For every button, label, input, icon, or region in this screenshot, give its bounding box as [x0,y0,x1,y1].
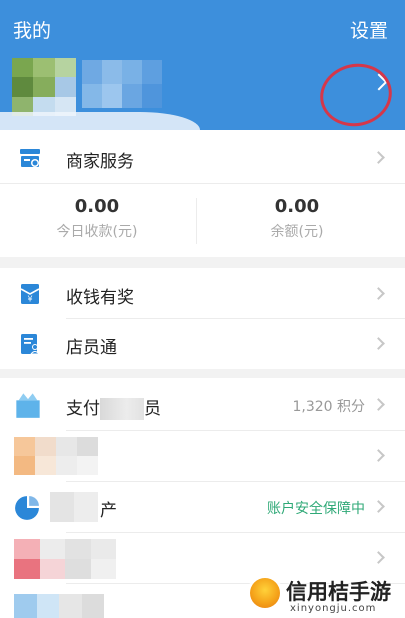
reward-row[interactable]: ¥ 收钱有奖 [0,269,405,319]
blurred-content [14,437,98,475]
watermark-title: 信用桔手游 [286,580,391,604]
member-label: 支付 员 [66,394,161,420]
staff-row[interactable]: 店员通 [0,319,405,369]
chevron-right-icon [372,151,385,164]
svg-text:¥: ¥ [27,295,32,304]
blurred-text [100,398,144,420]
balance-stat[interactable]: 0.00 余额(元) [202,196,392,241]
chevron-right-icon [372,449,385,462]
security-status: 账户安全保障中 [267,501,365,517]
page-title: 我的 [13,20,52,42]
member-label-start: 支付 [66,399,100,419]
reward-envelope-icon: ¥ [20,284,40,304]
balance-value: 0.00 [274,196,320,217]
staff-document-icon [21,334,41,355]
settings-button[interactable]: 设置 [350,16,388,43]
chevron-right-icon [372,337,385,350]
today-income-value: 0.00 [74,196,120,217]
today-income-stat[interactable]: 0.00 今日收款(元) [2,196,192,241]
orange-logo-icon [250,578,280,608]
assets-pie-icon [15,496,39,520]
blurred-row-1[interactable] [0,431,405,481]
merchant-store-icon [20,149,40,167]
watermark-url: xinyongju.com [290,603,377,614]
assets-row[interactable]: 产 账户安全保障中 [0,482,405,532]
blurred-content [14,539,116,579]
chevron-right-icon [372,500,385,513]
member-label-end: 员 [144,399,161,419]
site-watermark: 信用桔手游 xinyongju.com [246,572,404,618]
member-row[interactable]: 支付 员 1,320 积分 [0,380,405,430]
chevron-right-icon [372,398,385,411]
today-income-caption: 今日收款(元) [56,224,138,240]
balance-caption: 余额(元) [270,224,324,240]
merchant-services-row[interactable]: 商家服务 [0,133,405,183]
chevron-right-icon [372,551,385,564]
header-decoration [0,112,200,130]
reward-label: 收钱有奖 [66,288,134,308]
blurred-text [50,492,98,522]
blurred-content [14,594,104,618]
avatar [12,58,76,116]
member-crown-icon [16,393,40,418]
blurred-username [82,60,162,108]
merchant-services-label: 商家服务 [66,152,134,172]
divider [0,183,405,184]
assets-label-end: 产 [100,501,117,521]
chevron-right-icon [372,287,385,300]
staff-label: 店员通 [66,338,117,358]
stat-divider [196,198,197,244]
points-value: 1,320 积分 [292,399,365,415]
